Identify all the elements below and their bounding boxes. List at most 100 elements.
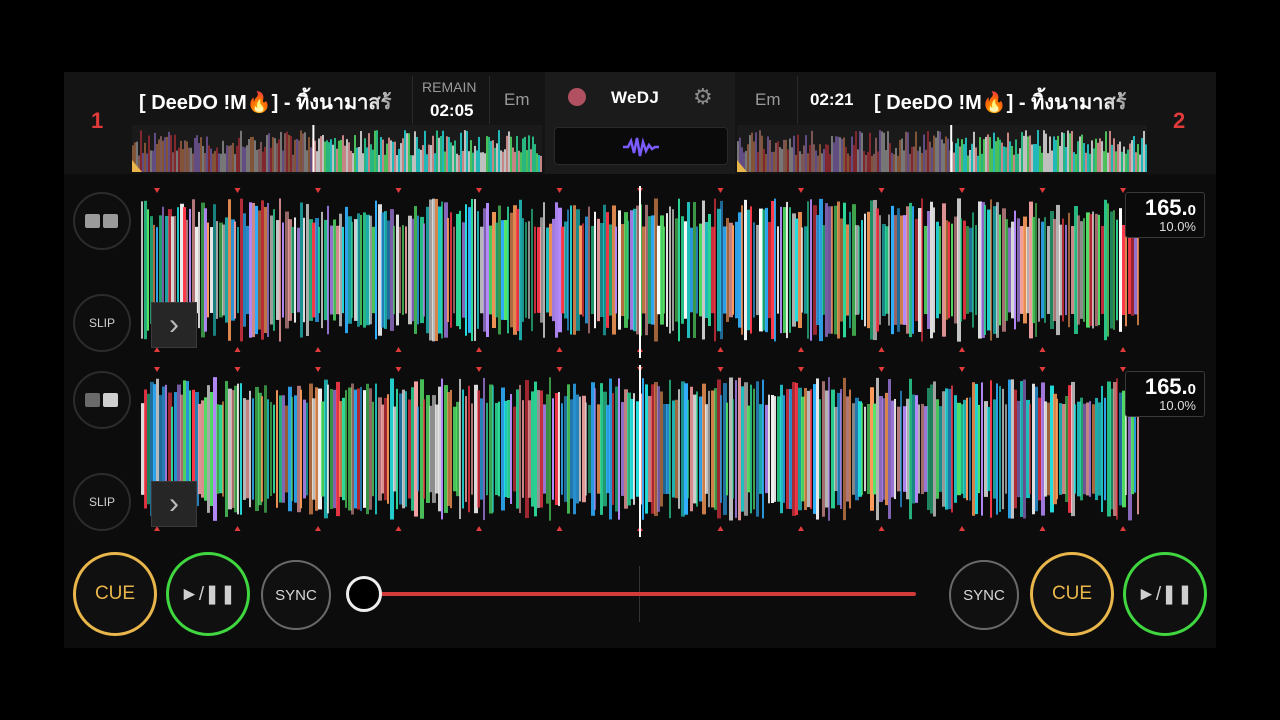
- deck1-waveform-beat-marker: [798, 188, 804, 193]
- deck2-overview-bar: [973, 131, 975, 172]
- deck1-waveform-bar: [675, 218, 678, 322]
- deck1-overview-bar: [304, 132, 306, 172]
- deck2-waveform-bar: [327, 384, 329, 514]
- deck1-waveform-bar: [1065, 224, 1067, 316]
- deck2-time[interactable]: 02:21: [810, 90, 853, 110]
- waveform-toggle-button[interactable]: [554, 127, 728, 165]
- deck1-overview-bar: [280, 131, 282, 172]
- deck1-waveform-bar: [1068, 212, 1070, 328]
- deck1-waveform-bar: [594, 211, 596, 329]
- deck2-overview-waveform[interactable]: [737, 125, 1147, 172]
- deck1-waveform-bar: [702, 200, 705, 340]
- deck1-waveform-bar: [933, 207, 935, 333]
- deck1-time[interactable]: 02:05: [430, 101, 473, 121]
- deck2-overview-bar: [1025, 130, 1027, 172]
- deck1-waveform-bar: [669, 206, 671, 334]
- deck1-slip-button[interactable]: SLIP: [73, 294, 131, 352]
- deck2-bpm-display[interactable]: 165.0 10.0%: [1125, 371, 1205, 417]
- deck1-waveform-bar: [204, 208, 207, 332]
- deck2-overview-bar: [1017, 153, 1019, 172]
- deck1-waveform-bar: [345, 206, 348, 334]
- deck1-chevron-right-icon[interactable]: ›: [151, 302, 197, 348]
- deck2-overview-bar: [1129, 143, 1131, 172]
- deck1-track-title[interactable]: [ DeeDO !M🔥] - ทิ้งนามาสร้: [139, 86, 414, 118]
- deck2-overview-bar: [1083, 143, 1085, 172]
- deck1-waveform-bar: [960, 218, 962, 322]
- deck1-bpm-display[interactable]: 165.0 10.0%: [1125, 192, 1205, 238]
- deck1-waveform-bar: [228, 199, 231, 341]
- deck1-waveform-bar: [789, 207, 791, 333]
- deck2-waveform-bar: [954, 395, 957, 503]
- deck2-waveform-bar: [876, 377, 879, 521]
- deck2-overview-bar: [1021, 132, 1023, 172]
- deck1-overview-bar: [176, 150, 178, 172]
- deck2-waveform-bar: [969, 397, 971, 501]
- deck1-overview-waveform[interactable]: [132, 125, 542, 172]
- deck1-waveform-beat-marker: [315, 188, 321, 193]
- deck1-view-toggle-button[interactable]: [73, 192, 131, 250]
- deck2-waveform-bar: [540, 390, 543, 508]
- deck1-waveform-bar: [195, 226, 198, 314]
- deck2-overview-bar: [867, 151, 869, 172]
- deck2-slip-button[interactable]: SLIP: [73, 473, 131, 531]
- gear-icon[interactable]: ⚙: [693, 84, 713, 110]
- deck1-cue-button[interactable]: CUE: [73, 552, 157, 636]
- deck2-overview-bar: [989, 137, 991, 172]
- record-icon[interactable]: [568, 88, 586, 106]
- deck1-waveform-bar: [690, 227, 693, 313]
- deck1-waveform-bar: [519, 199, 522, 341]
- deck1-overview-bar: [150, 150, 152, 172]
- deck1-overview-bar: [410, 155, 412, 172]
- deck1-overview-bar: [362, 153, 364, 172]
- deck1-sync-button[interactable]: SYNC: [261, 560, 331, 630]
- deck2-overview-bar: [777, 141, 779, 172]
- deck2-waveform-bar: [951, 385, 953, 513]
- deck2-cue-button[interactable]: CUE: [1030, 552, 1114, 636]
- deck2-overview-bar: [935, 137, 937, 172]
- deck2-waveform-bar: [795, 382, 798, 516]
- deck2-track-title[interactable]: [ DeeDO !M🔥] - ทิ้งนามาสร้: [874, 86, 1149, 118]
- deck1-waveform-bar: [585, 216, 588, 324]
- deck1-overview-bar: [490, 140, 492, 172]
- deck2-overview-bar: [1071, 131, 1073, 172]
- deck1-waveform-bar: [1044, 217, 1046, 323]
- deck1-waveform-bar: [687, 202, 690, 338]
- deck2-view-toggle-button[interactable]: [73, 371, 131, 429]
- deck1-overview-bar: [246, 145, 248, 172]
- deck1-waveform-bar: [846, 224, 849, 316]
- deck1-waveform-beat-marker: [476, 188, 482, 193]
- deck2-waveform-bar: [645, 384, 648, 514]
- deck1-overview-bar: [456, 153, 458, 172]
- deck2-overview-bar: [1015, 139, 1017, 172]
- deck2-waveform-bar: [819, 399, 821, 499]
- deck2-waveform-bar: [570, 399, 573, 499]
- deck1-overview-bar: [512, 147, 514, 172]
- deck2-overview-bar: [943, 143, 945, 172]
- deck2-waveform-bar: [978, 404, 980, 494]
- deck2-waveform-bar: [396, 388, 398, 510]
- deck1-waveform-bar: [765, 207, 768, 333]
- deck2-overview-bar: [1037, 130, 1039, 172]
- deck1-waveform-bar: [543, 202, 545, 338]
- deck1-overview-bar: [434, 153, 436, 172]
- deck1-overview-bar: [340, 139, 342, 172]
- crossfader-track[interactable]: [364, 592, 916, 596]
- crossfader-knob[interactable]: [346, 576, 382, 612]
- deck2-chevron-right-icon[interactable]: ›: [151, 481, 197, 527]
- deck1-overview-bar: [532, 136, 534, 172]
- deck1-play-pause-button[interactable]: ►/❚❚: [166, 552, 250, 636]
- deck2-waveform-bar: [381, 404, 384, 494]
- deck2-playhead: [639, 365, 641, 537]
- deck2-overview-bar: [997, 137, 999, 172]
- deck2-waveform-bar: [864, 406, 866, 492]
- deck2-overview-bar: [881, 131, 883, 172]
- deck1-waveform-bar: [879, 215, 881, 325]
- deck2-number: 2: [1173, 108, 1186, 133]
- deck1-waveform-bar: [225, 217, 228, 323]
- deck1-overview-bar: [302, 133, 304, 172]
- deck2-play-pause-button[interactable]: ►/❚❚: [1123, 552, 1207, 636]
- deck2-sync-button[interactable]: SYNC: [949, 560, 1019, 630]
- deck2-overview-bar: [937, 130, 939, 172]
- deck1-waveform-bar: [450, 212, 452, 328]
- deck2-overview-bar: [897, 155, 899, 172]
